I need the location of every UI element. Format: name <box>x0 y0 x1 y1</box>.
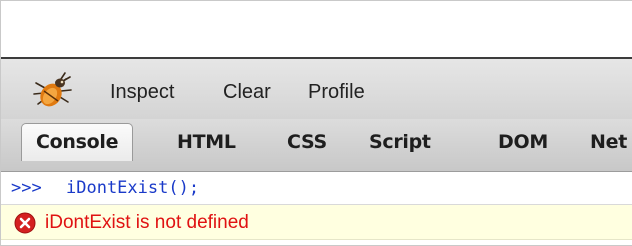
firebug-toolbar: Inspect Clear Profile <box>1 59 632 120</box>
panel-tabs: Console HTML CSS Script DOM Net <box>1 119 632 172</box>
error-message: iDontExist is not defined <box>45 212 249 233</box>
tab-html[interactable]: HTML <box>177 131 236 153</box>
firebug-window: Inspect Clear Profile Console HTML CSS S… <box>0 0 632 246</box>
command-text[interactable]: iDontExist(); <box>66 178 199 198</box>
tab-net[interactable]: Net <box>590 131 627 153</box>
command-prompt: >>> <box>11 178 42 198</box>
tab-css[interactable]: CSS <box>287 131 327 153</box>
tab-script[interactable]: Script <box>369 131 431 153</box>
tab-dom[interactable]: DOM <box>498 131 548 153</box>
clear-button[interactable]: Clear <box>223 81 271 104</box>
page-content-area <box>1 1 632 57</box>
console-log: >>> iDontExist(); iDontExist is not defi… <box>1 172 632 245</box>
error-x-icon <box>14 212 36 234</box>
profile-button[interactable]: Profile <box>308 81 365 104</box>
tab-console[interactable]: Console <box>21 123 134 161</box>
firebug-bug-icon[interactable] <box>31 71 75 111</box>
inspect-button[interactable]: Inspect <box>110 81 174 104</box>
console-command-row: >>> iDontExist(); <box>1 172 632 205</box>
console-error-row[interactable]: iDontExist is not defined <box>1 205 632 240</box>
